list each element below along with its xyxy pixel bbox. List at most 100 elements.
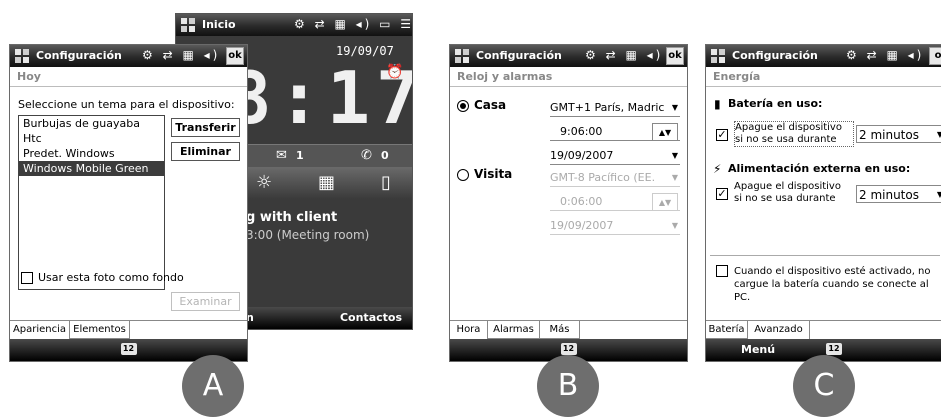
ok-button[interactable]: ok — [226, 47, 244, 65]
photo-background-checkbox[interactable] — [21, 272, 33, 284]
chevron-down-icon: ▼ — [671, 151, 678, 160]
chevron-down-icon: ▼ — [937, 186, 941, 202]
tab-mas[interactable]: Más — [540, 321, 580, 339]
status-icons[interactable]: ⚙ ⇄ ▦ ◂) ▭ ☰ — [294, 17, 412, 31]
c-title-bar: Configuración ⚙ ⇄ ▦ ◂) o — [706, 45, 941, 67]
battery-off-checkbox[interactable]: ✓ — [716, 129, 728, 141]
theme-prompt: Seleccione un tema para el dispositivo: — [18, 98, 235, 111]
external-timeout-value: 2 minutos — [859, 188, 919, 202]
home-time-field[interactable]: 9:06:00 ▲▼ — [550, 123, 680, 141]
home-date-value: 19/09/2007 — [550, 149, 614, 162]
tab-avanzado[interactable]: Avanzado — [748, 321, 810, 339]
battery-heading: Batería en uso: — [728, 97, 823, 110]
time-stepper-icon[interactable]: ▲▼ — [652, 193, 678, 210]
visit-date-value: 19/09/2007 — [550, 219, 614, 232]
chevron-down-icon: ▼ — [671, 103, 678, 112]
menu-softkey[interactable]: Menú — [741, 343, 775, 356]
visit-timezone-value: GMT-8 Pacífico (EE. — [550, 171, 656, 184]
b-title: Configuración — [476, 49, 562, 62]
no-charge-text: Cuando el dispositivo esté activado, no … — [734, 266, 931, 303]
theme-list[interactable]: Burbujas de guayaba Htc Predet. Windows … — [18, 115, 165, 290]
external-off-checkbox[interactable]: ✓ — [716, 188, 728, 200]
b-title-bar: Configuración ⚙ ⇄ ▦ ◂) ok — [450, 45, 687, 67]
label-b: B — [537, 355, 599, 417]
external-off-text: Apague el dispositivo si no se usa duran… — [734, 181, 841, 204]
external-heading: Alimentación externa en uso: — [728, 162, 911, 175]
phone-c: Configuración ⚙ ⇄ ▦ ◂) o Energía ▮ Bater… — [705, 44, 941, 362]
missed-calls-icon[interactable]: ✆ — [361, 148, 372, 163]
external-timeout-select[interactable]: 2 minutos ▼ — [856, 185, 941, 203]
keyboard-icon[interactable]: 12 — [560, 343, 577, 355]
brightness-icon[interactable]: ☼ — [256, 172, 272, 193]
status-icons[interactable]: ⚙ ⇄ ▦ ◂) — [846, 48, 924, 62]
photo-background-label: Usar esta foto como fondo — [38, 271, 184, 284]
label-a: A — [182, 355, 244, 417]
tab-bateria[interactable]: Batería — [706, 321, 748, 339]
visit-time-value: 0:06:00 — [560, 195, 603, 208]
home-label: Casa — [474, 98, 507, 112]
home-time-value: 9:06:00 — [560, 125, 603, 138]
list-item[interactable]: Burbujas de guayaba — [19, 116, 164, 131]
windows-logo-icon[interactable] — [710, 48, 726, 64]
home-timezone-select[interactable]: GMT+1 París, Madric ▼ — [550, 99, 680, 117]
today-title-bar: Inicio ⚙ ⇄ ▦ ◂) ▭ ☰ — [176, 14, 412, 36]
keyboard-icon[interactable]: 12 — [120, 343, 137, 355]
time-stepper-icon[interactable]: ▲▼ — [652, 123, 678, 140]
home-radio[interactable] — [457, 100, 469, 112]
a-title-bar: Configuración ⚙ ⇄ ▦ ◂) ok — [10, 45, 247, 67]
label-c: C — [793, 355, 855, 417]
messages-icon[interactable]: ✉ — [276, 148, 287, 163]
today-title: Inicio — [202, 18, 236, 31]
windows-logo-icon[interactable] — [180, 17, 196, 33]
windows-logo-icon[interactable] — [14, 48, 30, 64]
appointment-detail: 3:00 (Meeting room) — [246, 228, 370, 242]
battery-timeout-select[interactable]: 2 minutos ▼ — [856, 125, 941, 143]
chevron-down-icon: ▼ — [671, 221, 678, 230]
visit-label: Visita — [474, 167, 513, 181]
a-tabs: Apariencia Elementos — [10, 320, 247, 339]
browse-button[interactable]: Examinar — [171, 292, 240, 311]
home-date-field[interactable]: 19/09/2007 ▼ — [550, 147, 680, 165]
tab-elementos[interactable]: Elementos — [70, 321, 130, 339]
transfer-button[interactable]: Transferir — [171, 118, 240, 137]
ok-button-partial[interactable]: o — [929, 47, 941, 65]
list-item[interactable]: Htc — [19, 131, 164, 146]
phone-b: Configuración ⚙ ⇄ ▦ ◂) ok Reloj y alarma… — [449, 44, 688, 362]
delete-button[interactable]: Eliminar — [171, 142, 240, 161]
chevron-down-icon: ▼ — [671, 173, 678, 182]
b-section-title: Reloj y alarmas — [450, 67, 687, 87]
visit-date-field[interactable]: 19/09/2007 ▼ — [550, 217, 680, 235]
visit-time-field[interactable]: 0:06:00 ▲▼ — [550, 193, 680, 211]
home-timezone-value: GMT+1 París, Madric — [550, 101, 665, 114]
tab-alarmas[interactable]: Alarmas — [488, 321, 540, 339]
keyboard-icon[interactable]: 12 — [826, 343, 842, 355]
battery-off-text: Apague el dispositivo si no se usa duran… — [734, 121, 854, 147]
visit-radio[interactable] — [457, 169, 469, 181]
windows-logo-icon[interactable] — [454, 48, 470, 64]
no-charge-checkbox[interactable] — [716, 265, 728, 277]
list-item-selected[interactable]: Windows Mobile Green — [19, 161, 164, 176]
b-tabs: Hora Alarmas Más — [450, 320, 687, 339]
c-section-title: Energía — [706, 67, 941, 87]
battery-timeout-value: 2 minutos — [859, 128, 919, 142]
status-icons[interactable]: ⚙ ⇄ ▦ ◂) — [142, 48, 220, 62]
apps-grid-icon[interactable]: ▦ — [318, 172, 335, 193]
a-section-title: Hoy — [10, 67, 247, 87]
phone-a: Configuración ⚙ ⇄ ▦ ◂) ok Hoy Seleccione… — [9, 44, 248, 362]
battery-icon: ▮ — [714, 97, 721, 111]
contacts-softkey[interactable]: Contactos — [340, 311, 402, 324]
ok-button[interactable]: ok — [666, 47, 684, 65]
chevron-down-icon: ▼ — [937, 126, 941, 142]
list-item[interactable]: Predet. Windows — [19, 146, 164, 161]
missed-calls-count: 0 — [381, 149, 389, 162]
appointment-title[interactable]: g with client — [246, 210, 337, 225]
power-plug-icon: ⚡ — [713, 162, 722, 176]
visit-timezone-select[interactable]: GMT-8 Pacífico (EE. ▼ — [550, 169, 680, 187]
status-icons[interactable]: ⚙ ⇄ ▦ ◂) — [585, 48, 663, 62]
a-title: Configuración — [36, 49, 122, 62]
tab-hora[interactable]: Hora — [450, 321, 488, 339]
tab-apariencia[interactable]: Apariencia — [10, 321, 70, 339]
messages-count: 1 — [296, 149, 304, 162]
device-icon[interactable]: ▯ — [381, 172, 391, 193]
alarm-icon: ⏰ — [386, 64, 404, 80]
